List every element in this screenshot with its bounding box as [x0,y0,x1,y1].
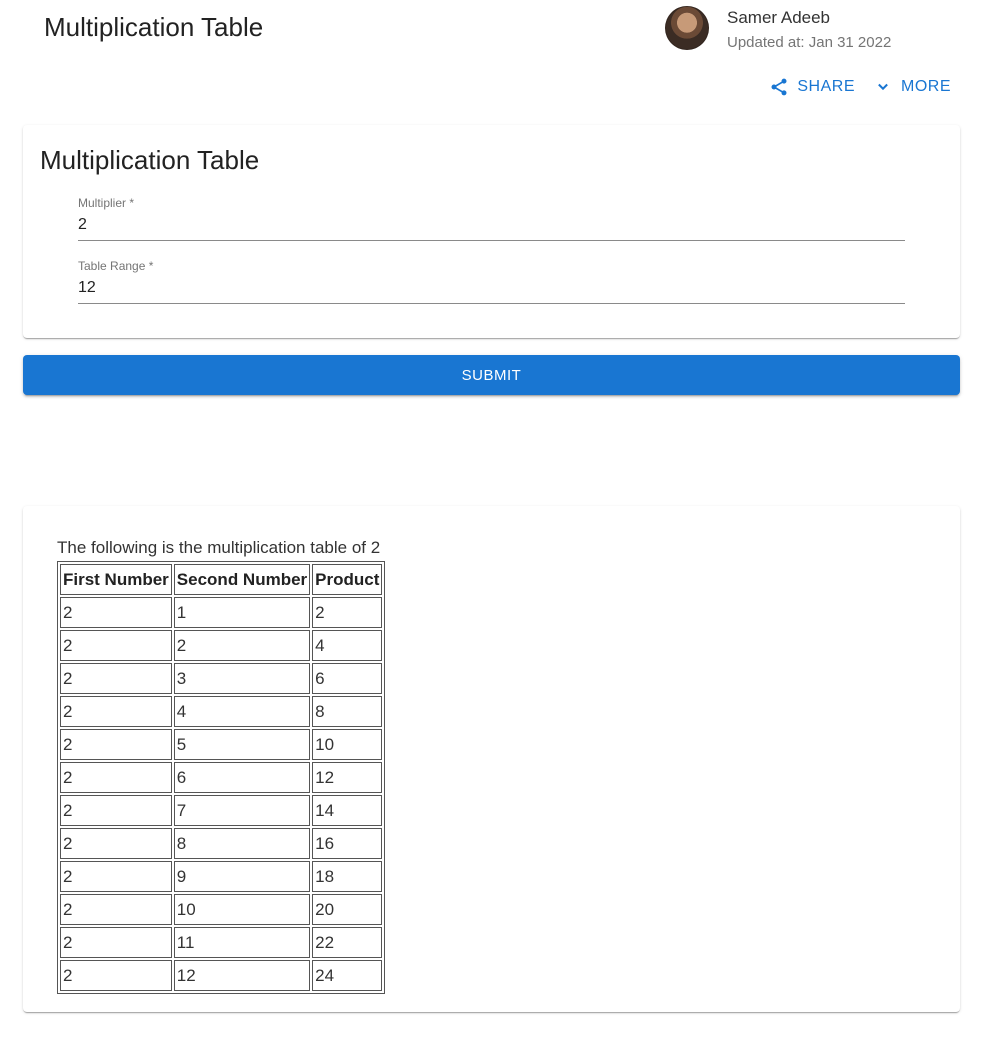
cell-product: 4 [312,630,383,661]
cell-first-number: 2 [60,729,172,760]
action-bar: SHARE MORE [769,77,951,97]
cell-product: 18 [312,861,383,892]
cell-first-number: 2 [60,762,172,793]
multiplier-input[interactable] [78,210,905,241]
cell-second-number: 3 [173,663,311,694]
author-name: Samer Adeeb [727,8,831,27]
cell-first-number: 2 [60,630,172,661]
cell-second-number: 4 [173,696,311,727]
page-title: Multiplication Table [44,12,264,42]
table-row: 2 8 16 [60,828,383,859]
cell-first-number: 2 [60,927,172,958]
author-text: Samer Adeeb Updated at: Jan 31 2022 [727,8,891,52]
cell-product: 24 [312,960,383,991]
table-row: 236 [60,663,383,694]
table-row: 2 9 18 [60,861,383,892]
share-label: SHARE [797,78,855,95]
table-row: 224 [60,630,383,661]
table-row: 2 11 22 [60,927,383,958]
table-row: 248 [60,696,383,727]
header-first-number: First Number [60,564,172,595]
chevron-down-icon [878,83,888,91]
share-button[interactable]: SHARE [769,77,855,97]
cell-product: 6 [312,663,383,694]
cell-first-number: 2 [60,597,172,628]
cell-product: 12 [312,762,383,793]
multiplier-label: Multiplier * [78,196,135,210]
result-card: The following is the multiplication tabl… [23,506,960,1012]
table-range-input[interactable] [78,273,905,304]
share-icon [771,78,787,96]
cell-second-number: 10 [173,894,311,925]
cell-second-number: 8 [173,828,311,859]
cell-first-number: 2 [60,663,172,694]
multiplier-field: Multiplier * [78,196,905,241]
cell-second-number: 5 [173,729,311,760]
more-button[interactable]: MORE [873,77,951,97]
table-row: 212 [60,597,383,628]
table-range-label: Table Range * [78,259,154,273]
author-info: Samer Adeeb Updated at: Jan 31 2022 [665,6,891,52]
cell-first-number: 2 [60,696,172,727]
cell-second-number: 12 [173,960,311,991]
cell-product: 10 [312,729,383,760]
cell-product: 2 [312,597,383,628]
cell-first-number: 2 [60,828,172,859]
table-row: 2 6 12 [60,762,383,793]
cell-product: 20 [312,894,383,925]
cell-first-number: 2 [60,894,172,925]
form-title: Multiplication Table [40,145,260,175]
cell-product: 22 [312,927,383,958]
cell-first-number: 2 [60,861,172,892]
result-caption: The following is the multiplication tabl… [57,538,381,557]
table-row: 2 5 10 [60,729,383,760]
table-row: 2 7 14 [60,795,383,826]
cell-product: 16 [312,828,383,859]
cell-second-number: 9 [173,861,311,892]
table-header-row: First Number Second Number Product [60,564,383,595]
cell-first-number: 2 [60,795,172,826]
cell-first-number: 2 [60,960,172,991]
cell-product: 14 [312,795,383,826]
header-product: Product [312,564,383,595]
cell-second-number: 1 [173,597,311,628]
submit-button[interactable]: SUBMIT [23,355,960,395]
more-label: MORE [901,78,951,95]
multiplication-table: First Number Second Number Product 212 2… [57,561,386,994]
table-range-field: Table Range * [78,259,905,304]
cell-second-number: 2 [173,630,311,661]
cell-second-number: 7 [173,795,311,826]
avatar[interactable] [665,6,709,50]
header-second-number: Second Number [173,564,311,595]
cell-second-number: 11 [173,927,311,958]
table-row: 2 10 20 [60,894,383,925]
cell-second-number: 6 [173,762,311,793]
cell-product: 8 [312,696,383,727]
table-row: 2 12 24 [60,960,383,991]
updated-date: Updated at: Jan 31 2022 [727,34,892,51]
input-form-card: Multiplication Table Multiplier * Table … [23,125,960,338]
